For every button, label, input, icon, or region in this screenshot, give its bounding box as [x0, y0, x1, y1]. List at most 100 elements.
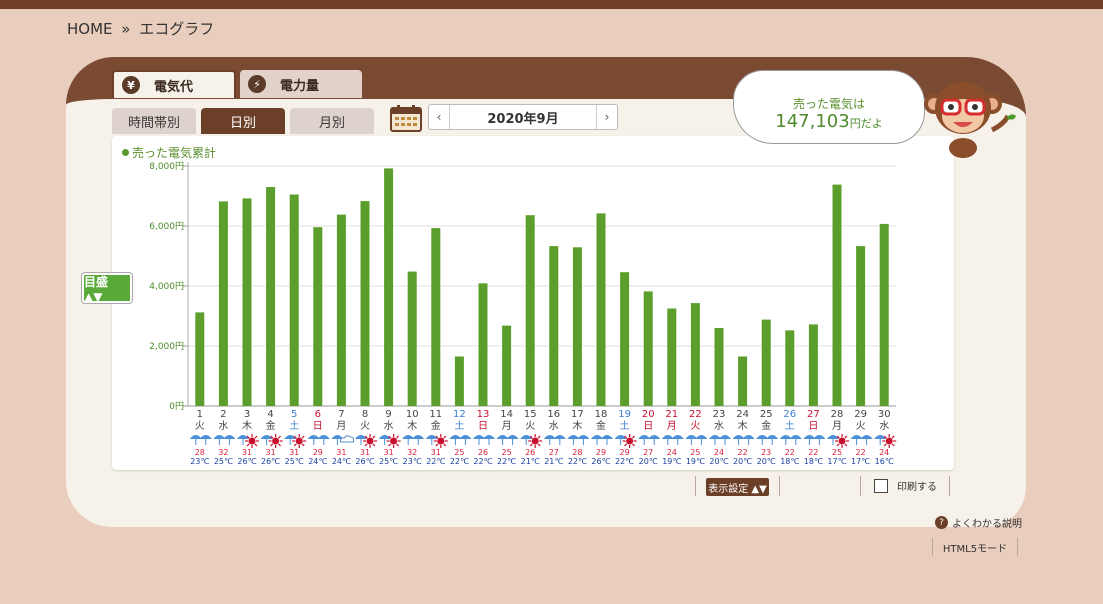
x-tick-label: 1: [197, 409, 203, 420]
tab-electricity-amount[interactable]: ⚡ 電力量: [240, 70, 362, 98]
breadcrumb-current: エコグラフ: [139, 20, 215, 38]
bar: [195, 312, 205, 406]
bar: [478, 283, 488, 406]
umbrella-icon: [719, 435, 731, 439]
bar: [572, 247, 582, 406]
sun-icon: [528, 434, 543, 448]
temp-min-label: 22℃: [473, 457, 492, 466]
temp-max-label: 29: [313, 448, 323, 457]
temp-min-label: 22℃: [615, 457, 634, 466]
bar: [832, 184, 842, 406]
weekday-label: 月: [667, 420, 677, 432]
umbrella-icon: [709, 435, 721, 439]
weekday-label: 水: [549, 420, 559, 432]
umbrella-icon: [732, 435, 745, 439]
bar: [218, 201, 228, 406]
sun-icon: [386, 434, 401, 448]
x-tick-label: 4: [267, 409, 273, 420]
temp-min-label: 26℃: [591, 457, 610, 466]
cloud-icon: [339, 435, 355, 443]
temp-max-label: 22: [808, 448, 818, 457]
date-navigator: ‹ 2020年9月 ›: [428, 104, 618, 130]
bar: [667, 308, 677, 406]
bar: [856, 246, 866, 406]
bar: [313, 227, 323, 406]
subtab-monthly[interactable]: 月別: [290, 108, 374, 134]
sun-icon: [835, 434, 849, 448]
umbrella-icon: [638, 435, 651, 439]
weekday-label: 火: [690, 420, 700, 432]
bar: [242, 198, 252, 406]
umbrella-icon: [601, 435, 613, 439]
bar: [525, 215, 535, 406]
weekday-label: 月: [502, 420, 512, 432]
bar: [431, 228, 441, 406]
temp-min-label: 26℃: [355, 457, 374, 466]
temp-max-label: 22: [785, 448, 795, 457]
bar: [336, 214, 346, 406]
x-tick-label: 3: [244, 409, 250, 420]
bar: [761, 319, 771, 406]
breadcrumb-separator: »: [121, 20, 131, 38]
x-tick-label: 7: [338, 409, 344, 420]
x-tick-label: 23: [713, 409, 726, 420]
print-label: 印刷する: [897, 482, 937, 493]
temp-min-label: 18℃: [804, 457, 823, 466]
temp-min-label: 26℃: [237, 457, 256, 466]
temp-min-label: 20℃: [757, 457, 776, 466]
x-tick-label: 12: [453, 409, 466, 420]
temp-min-label: 22℃: [497, 457, 516, 466]
umbrella-icon: [661, 435, 674, 439]
x-tick-label: 8: [362, 409, 368, 420]
weekday-label: 土: [620, 419, 630, 432]
x-tick-label: 16: [547, 409, 560, 420]
temp-max-label: 22: [738, 448, 748, 457]
print-link[interactable]: 印刷する: [874, 478, 937, 493]
subtab-hourly[interactable]: 時間帯別: [112, 108, 196, 134]
y-tick-label: 8,000円: [149, 161, 184, 172]
x-tick-label: 25: [760, 409, 773, 420]
prev-month-button[interactable]: ‹: [429, 105, 450, 129]
temp-min-label: 26℃: [261, 457, 280, 466]
y-tick-label: 2,000円: [149, 341, 184, 352]
temp-max-label: 31: [431, 448, 441, 457]
temp-min-label: 23℃: [403, 457, 422, 466]
temp-max-label: 31: [384, 448, 394, 457]
bar: [549, 246, 559, 406]
bar: [879, 223, 889, 406]
bar: [643, 291, 653, 406]
umbrella-icon: [412, 435, 425, 439]
current-month-label: 2020年9月: [487, 111, 559, 127]
next-month-button[interactable]: ›: [596, 105, 617, 129]
display-settings-button[interactable]: 表示設定 ▲▼: [706, 478, 769, 496]
calendar-icon[interactable]: [390, 104, 422, 132]
umbrella-icon: [813, 435, 826, 439]
bar: [738, 356, 748, 406]
umbrella-icon: [577, 435, 590, 439]
breadcrumb-home[interactable]: HOME: [67, 20, 113, 38]
bar: [690, 303, 700, 406]
html5-mode-link[interactable]: HTML5モード: [932, 538, 1018, 556]
umbrella-icon: [742, 435, 755, 439]
umbrella-icon: [189, 435, 202, 439]
lightning-icon: ⚡: [248, 75, 266, 93]
weekday-label: 月: [832, 420, 842, 432]
weekday-label: 土: [289, 419, 299, 432]
x-tick-label: 27: [807, 409, 820, 420]
tab-electricity-cost[interactable]: ¥ 電気代: [112, 70, 236, 98]
umbrella-icon: [553, 435, 566, 439]
temp-min-label: 24℃: [308, 457, 327, 466]
temp-max-label: 31: [266, 448, 276, 457]
x-tick-label: 9: [385, 409, 391, 420]
weekday-label: 金: [431, 419, 441, 432]
subtab-daily[interactable]: 日別: [201, 108, 285, 134]
sun-icon: [433, 434, 448, 448]
umbrella-icon: [756, 435, 769, 439]
help-link[interactable]: ? よくわかる説明: [935, 515, 1022, 530]
x-tick-label: 30: [878, 409, 891, 420]
umbrella-icon: [685, 435, 698, 439]
x-tick-label: 19: [618, 409, 631, 420]
umbrella-icon: [850, 435, 863, 439]
x-tick-label: 17: [571, 409, 584, 420]
temp-max-label: 26: [525, 448, 535, 457]
